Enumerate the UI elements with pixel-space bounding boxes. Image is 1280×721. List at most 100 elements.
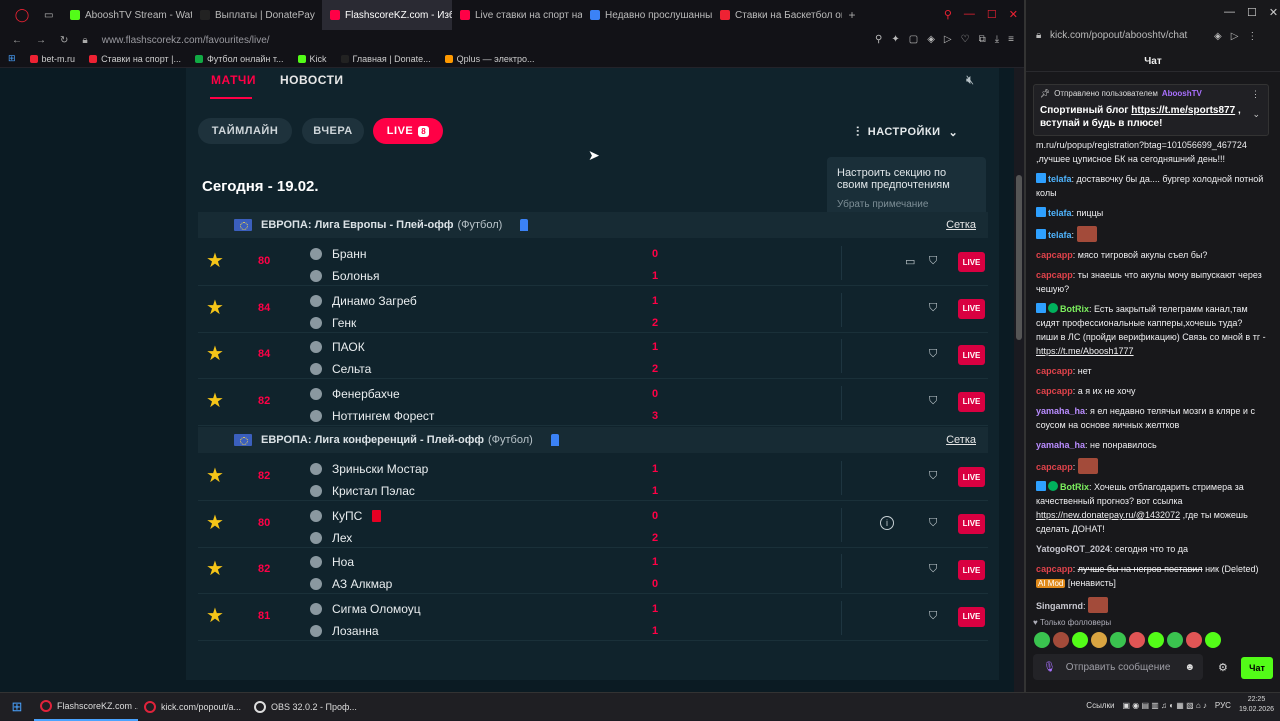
star-icon[interactable]: ★ — [206, 513, 224, 533]
chat-username[interactable]: telafa — [1048, 230, 1072, 240]
mute-icon[interactable]: 🔇︎ — [966, 72, 974, 88]
play-icon[interactable]: ▷ — [1231, 31, 1239, 42]
clock[interactable]: 22:25 19.02.2026 — [1239, 695, 1274, 715]
apps-icon[interactable]: ⊞ — [8, 53, 16, 64]
live-button[interactable]: LIVE — [958, 560, 985, 580]
filter-yesterday[interactable]: ВЧЕРА — [302, 118, 364, 144]
emote-icon[interactable] — [1053, 632, 1069, 648]
bookmark-item[interactable]: bet-m.ru — [29, 54, 75, 64]
star-icon[interactable]: ★ — [206, 466, 224, 486]
live-button[interactable]: LIVE — [958, 467, 985, 487]
bookmark-item[interactable]: Qplus — электро... — [444, 54, 535, 64]
lineup-shirt-icon[interactable]: ⛉ — [929, 302, 937, 315]
emote-icon[interactable] — [1148, 632, 1164, 648]
bookmark-item[interactable]: Ставки на спорт |... — [89, 54, 181, 64]
chat-username[interactable]: telafa — [1048, 208, 1072, 218]
star-icon[interactable]: ★ — [206, 344, 224, 364]
bookmark-icon[interactable]: ✦ — [891, 34, 899, 45]
live-button[interactable]: LIVE — [958, 345, 985, 365]
live-button[interactable]: LIVE — [958, 298, 985, 319]
links-label[interactable]: Ссылки — [1086, 701, 1114, 710]
settings-button[interactable]: ⫶ НАСТРОЙКИ ⌄ — [856, 124, 958, 140]
match-row[interactable]: ★ 82 Зриньски Мостар Кристал Пэлас 1 1 ⛉ LIVE — [198, 455, 988, 501]
url-field[interactable]: www.flashscorekz.com/favourites/live/ — [102, 35, 270, 46]
close-icon[interactable]: ✕ — [1269, 6, 1278, 19]
emoji-icon[interactable]: ☻ — [1184, 662, 1195, 673]
live-button[interactable]: LIVE — [958, 513, 985, 534]
browser-tab[interactable]: Ставки на Баскетбол онл — [712, 0, 842, 30]
match-row[interactable]: ★ 84 Динамо Загреб Генк 1 2 ⛉ LIVE — [198, 287, 988, 333]
search-icon[interactable]: ⚲ — [944, 8, 952, 21]
chevron-down-icon[interactable]: ⌄ — [1252, 109, 1260, 120]
tv-icon[interactable]: ▭ — [905, 255, 915, 268]
opera-logo-icon[interactable]: ◯ — [0, 0, 44, 30]
emote-icon[interactable] — [1129, 632, 1145, 648]
chat-username[interactable]: Singamrnd — [1036, 601, 1083, 611]
lineup-shirt-icon[interactable]: ⛉ — [929, 517, 937, 530]
mic-icon[interactable]: 🎙︎ — [1043, 662, 1056, 673]
live-button[interactable]: LIVE — [958, 252, 985, 272]
lineup-shirt-icon[interactable]: ⛉ — [929, 395, 937, 408]
tab-news[interactable]: НОВОСТИ — [280, 73, 344, 87]
chat-username[interactable]: telafa — [1048, 174, 1072, 184]
start-icon[interactable]: ⊞ — [0, 699, 34, 715]
scrollbar-thumb[interactable] — [1016, 175, 1022, 340]
match-row[interactable]: ★ 80 Бранн Болонья 0 1 ▭ ⛉ LIVE — [198, 240, 988, 286]
chat-username[interactable]: сарсарр — [1036, 386, 1073, 396]
minimize-icon[interactable]: — — [1224, 6, 1235, 19]
chat-input[interactable]: 🎙︎ Отправить сообщение ☻ — [1033, 654, 1203, 680]
snapshot-icon[interactable]: ▢ — [909, 34, 918, 45]
league-name[interactable]: ЕВРОПА: Лига Европы - Плей-офф (Футбол) — [261, 219, 502, 231]
emote-icon[interactable] — [1091, 632, 1107, 648]
league-name[interactable]: ЕВРОПА: Лига конференций - Плей-офф (Футб… — [261, 434, 533, 446]
browser-tab[interactable]: Недавно прослушанные — [582, 0, 712, 30]
pinned-by-user[interactable]: AbooshTV — [1162, 89, 1202, 98]
match-row[interactable]: ★ 82 Ноа АЗ Алкмар 1 0 ⛉ LIVE — [198, 548, 988, 594]
match-row[interactable]: ★ 80 КуПС Лех 0 2 i ⛉ LIVE — [198, 502, 988, 548]
browser-tab[interactable]: AbooshTV Stream - Watch — [62, 0, 192, 30]
close-icon[interactable]: ✕ — [1009, 8, 1018, 21]
tab-matches[interactable]: МАТЧИ — [211, 73, 256, 87]
emote-icon[interactable] — [1186, 632, 1202, 648]
reload-icon[interactable]: ↻ — [60, 35, 68, 46]
emote-icon[interactable] — [1072, 632, 1088, 648]
tab-menu-icon[interactable]: ▭ — [44, 0, 62, 30]
star-icon[interactable]: ★ — [206, 606, 224, 626]
chat-username[interactable]: yamaha_ha — [1036, 406, 1085, 416]
scrollbar[interactable] — [1014, 68, 1024, 692]
forward-icon[interactable]: → — [36, 35, 46, 46]
shield-icon[interactable]: ◈ — [927, 34, 935, 45]
more-icon[interactable]: ⋮ — [1247, 31, 1257, 42]
chat-username[interactable]: YatogoROT_2024 — [1036, 544, 1110, 554]
chat-send-button[interactable]: Чат — [1241, 657, 1273, 679]
pin-icon[interactable] — [520, 219, 529, 231]
browser-tab[interactable]: Live ставки на спорт на — [452, 0, 582, 30]
chat-username[interactable]: сарсарр — [1036, 564, 1073, 574]
maximize-icon[interactable]: ☐ — [1247, 6, 1257, 19]
emote-icon[interactable] — [1205, 632, 1221, 648]
taskbar-item[interactable]: FlashscoreKZ.com ... — [34, 693, 138, 721]
tray-icons[interactable]: ▣ ◉ ▤ ▥ ♫ ◐ ▦ ▧ ⌂ ♪ — [1122, 701, 1206, 710]
chat-url[interactable]: kick.com/popout/abooshtv/chat — [1050, 30, 1187, 41]
pinned-link[interactable]: https://t.me/sports877 — [1131, 105, 1235, 116]
chat-link[interactable]: https://new.donatepay.ru/@1432072 — [1036, 510, 1180, 520]
lineup-shirt-icon[interactable]: ⛉ — [929, 563, 937, 576]
chat-username[interactable]: сарсарр — [1036, 270, 1073, 280]
tooltip-dismiss[interactable]: Убрать примечание — [837, 199, 976, 210]
maximize-icon[interactable]: ☐ — [987, 8, 997, 21]
zoom-icon[interactable]: ⚲ — [875, 34, 882, 45]
filter-live[interactable]: LIVE 8 — [373, 118, 443, 144]
chat-username[interactable]: сарсарр — [1036, 366, 1073, 376]
live-button[interactable]: LIVE — [958, 391, 985, 412]
star-icon[interactable]: ★ — [206, 251, 224, 271]
back-icon[interactable]: ← — [12, 35, 22, 46]
emote-icon[interactable] — [1110, 632, 1126, 648]
match-row[interactable]: ★ 81 Сигма Оломоуц Лозанна 1 1 ⛉ LIVE — [198, 595, 988, 641]
browser-tab[interactable]: FlashscoreKZ.com - Избр — [322, 0, 452, 30]
bracket-link[interactable]: Сетка — [946, 219, 976, 231]
lineup-shirt-icon[interactable]: ⛉ — [929, 470, 937, 483]
lineup-shirt-icon[interactable]: ⛉ — [929, 348, 937, 361]
match-row[interactable]: ★ 84 ПАОК Сельта 1 2 ⛉ LIVE — [198, 333, 988, 379]
extensions-icon[interactable]: ⧉ — [979, 34, 986, 45]
new-tab-button[interactable]: + — [842, 8, 862, 22]
